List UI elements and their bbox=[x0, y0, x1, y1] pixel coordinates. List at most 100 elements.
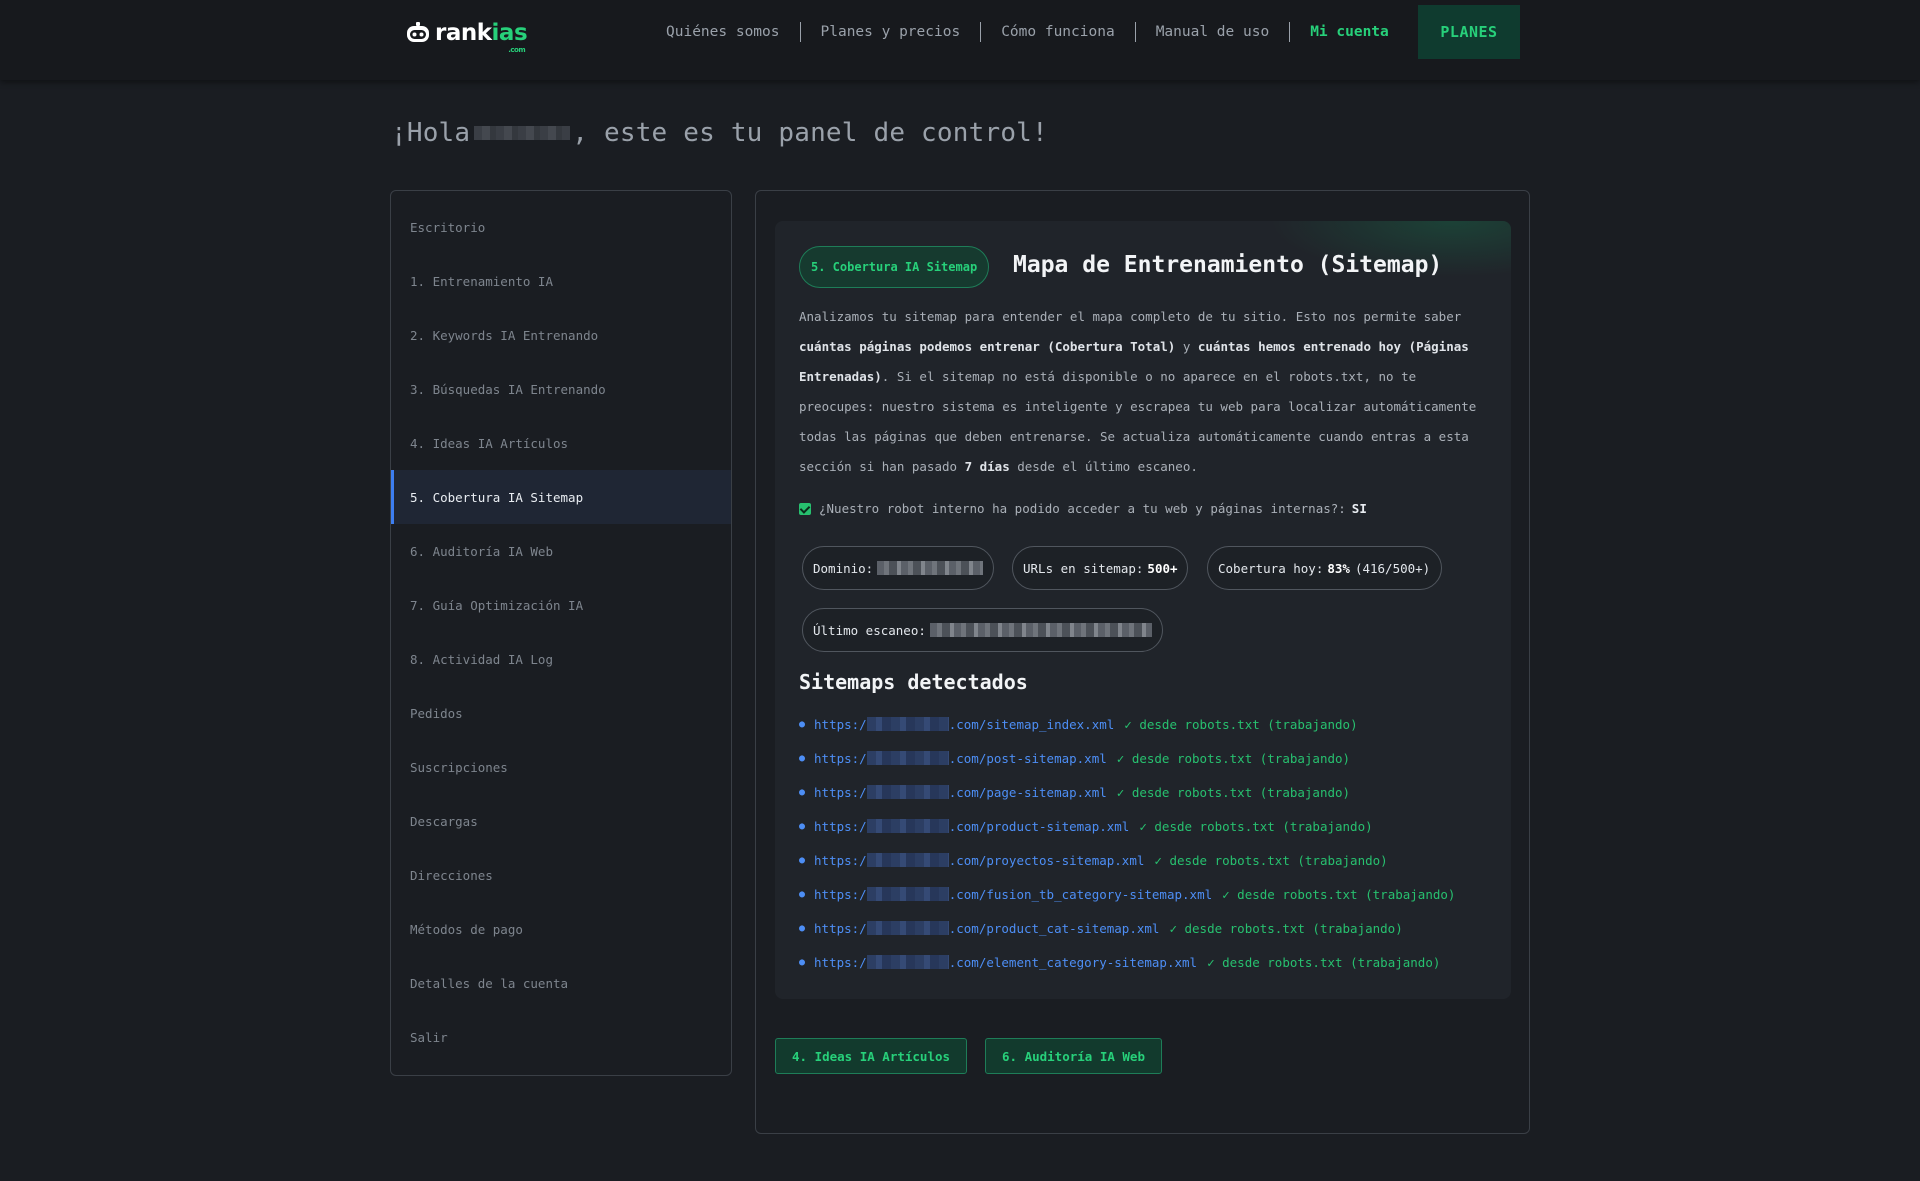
robot-logo-icon bbox=[407, 22, 429, 42]
sitemap-link[interactable]: https:/ .com/fusion_tb_category-sitemap.x… bbox=[814, 887, 1212, 902]
sidebar-item-5[interactable]: 5. Cobertura IA Sitemap bbox=[391, 470, 731, 524]
sitemap-link[interactable]: https:/ .com/element_category-sitemap.xml bbox=[814, 955, 1197, 970]
section-tag: 5. Cobertura IA Sitemap bbox=[799, 246, 990, 288]
sidebar-item-13[interactable]: Métodos de pago bbox=[391, 902, 731, 956]
next-section-button[interactable]: 6. Auditoría IA Web bbox=[985, 1038, 1162, 1074]
coverage-detail: (416/500+) bbox=[1354, 560, 1431, 576]
desc-text-1: Analizamos tu sitemap para entender el m… bbox=[799, 309, 1462, 324]
redacted-username bbox=[474, 126, 571, 140]
logo-text-ias: ias bbox=[491, 20, 528, 46]
sitemap-source-note: ✓ desde robots.txt (trabajando) bbox=[1139, 818, 1373, 834]
sitemap-link[interactable]: https:/ .com/product-sitemap.xml bbox=[814, 819, 1129, 834]
rankias-logo[interactable]: rankias .com bbox=[405, 18, 528, 54]
sidebar-item-4[interactable]: 4. Ideas IA Artículos bbox=[391, 416, 731, 470]
sitemap-item: ● https:/ .com/proyectos-sitemap.xml ✓ desd… bbox=[799, 843, 1455, 877]
sidebar-item-12[interactable]: Direcciones bbox=[391, 848, 731, 902]
sitemap-url-path: .com/sitemap_index.xml bbox=[948, 716, 1115, 732]
sitemap-url-prefix: https:/ bbox=[814, 920, 867, 936]
sidebar-item-10[interactable]: Suscripciones bbox=[391, 740, 731, 794]
sitemap-url-path: .com/fusion_tb_category-sitemap.xml bbox=[948, 886, 1213, 902]
sidebar-item-6[interactable]: 6. Auditoría IA Web bbox=[391, 524, 731, 578]
sitemap-item: ● https:/ .com/post-sitemap.xml ✓ desde rob… bbox=[799, 741, 1455, 775]
sitemap-source-note: ✓ desde robots.txt (trabajando) bbox=[1154, 852, 1388, 868]
last-scan-chip: Último escaneo: bbox=[802, 608, 1163, 652]
sitemap-link[interactable]: https:/ .com/post-sitemap.xml bbox=[814, 751, 1107, 766]
robot-access-question: ¿Nuestro robot interno ha podido acceder… bbox=[819, 501, 1346, 516]
desc-bold-1: cuántas páginas podemos entrenar (Cobert… bbox=[799, 339, 1176, 354]
urls-value: 500+ bbox=[1147, 560, 1178, 576]
sitemap-url-path: .com/proyectos-sitemap.xml bbox=[948, 852, 1145, 868]
planes-button[interactable]: PLANES bbox=[1418, 5, 1520, 59]
sidebar-item-11[interactable]: Descargas bbox=[391, 794, 731, 848]
sitemap-item: ● https:/ .com/element_category-sitemap.xm… bbox=[799, 945, 1455, 979]
bullet-icon: ● bbox=[799, 888, 806, 900]
redacted-host bbox=[866, 785, 949, 799]
redacted-host bbox=[866, 751, 949, 765]
robot-access-status: ¿Nuestro robot interno ha podido acceder… bbox=[799, 501, 1367, 516]
checked-checkbox-icon bbox=[799, 502, 811, 515]
card-title: Mapa de Entrenamiento (Sitemap) bbox=[1013, 252, 1443, 278]
sidebar-item-1[interactable]: 1. Entrenamiento IA bbox=[391, 254, 731, 308]
prev-section-button[interactable]: 4. Ideas IA Artículos bbox=[775, 1038, 968, 1074]
sidebar-item-9[interactable]: Pedidos bbox=[391, 686, 731, 740]
nav-mi-cuenta[interactable]: Mi cuenta bbox=[1290, 22, 1409, 42]
sidebar-item-8[interactable]: 8. Actividad IA Log bbox=[391, 632, 731, 686]
bullet-icon: ● bbox=[799, 786, 806, 798]
nav-manual-uso[interactable]: Manual de uso bbox=[1136, 22, 1291, 42]
bullet-icon: ● bbox=[799, 718, 806, 730]
sitemap-source-note: ✓ desde robots.txt (trabajando) bbox=[1222, 886, 1456, 902]
sitemap-link[interactable]: https:/ .com/proyectos-sitemap.xml bbox=[814, 853, 1144, 868]
sitemap-source-note: ✓ desde robots.txt (trabajando) bbox=[1116, 750, 1351, 766]
nav-como-funciona[interactable]: Cómo funciona bbox=[981, 22, 1136, 42]
sitemap-item: ● https:/ .com/sitemap_index.xml ✓ desde ro… bbox=[799, 707, 1455, 741]
sitemap-url-prefix: https:/ bbox=[814, 750, 867, 766]
greeting-suffix: , este es tu panel de control! bbox=[572, 118, 1048, 148]
sitemap-url-path: .com/product_cat-sitemap.xml bbox=[948, 920, 1160, 936]
sitemap-url-prefix: https:/ bbox=[814, 954, 867, 970]
sitemap-source-note: ✓ desde robots.txt (trabajando) bbox=[1116, 784, 1351, 800]
sitemap-item: ● https:/ .com/product_cat-sitemap.xml ✓ de… bbox=[799, 911, 1455, 945]
nav-planes-precios[interactable]: Planes y precios bbox=[801, 22, 982, 42]
logo-text-rank: rank bbox=[435, 20, 492, 46]
sitemap-url-prefix: https:/ bbox=[814, 784, 867, 800]
domain-label: Dominio: bbox=[813, 560, 874, 576]
bullet-icon: ● bbox=[799, 752, 806, 764]
sidebar-item-15[interactable]: Salir bbox=[391, 1010, 731, 1064]
redacted-host bbox=[866, 955, 949, 969]
nav-quienes-somos[interactable]: Quiénes somos bbox=[646, 22, 801, 42]
coverage-chip: Cobertura hoy: 83% (416/500+) bbox=[1207, 546, 1442, 590]
bullet-icon: ● bbox=[799, 854, 806, 866]
sitemap-source-note: ✓ desde robots.txt (trabajando) bbox=[1207, 954, 1441, 970]
sitemap-link[interactable]: https:/ .com/product_cat-sitemap.xml bbox=[814, 921, 1159, 936]
redacted-host bbox=[866, 819, 949, 833]
top-navbar: rankias .com Quiénes somos Planes y prec… bbox=[0, 0, 1920, 80]
greeting-prefix: ¡Hola bbox=[391, 118, 471, 148]
desc-bold-3: 7 días bbox=[964, 459, 1010, 474]
sidebar-item-0[interactable]: Escritorio bbox=[391, 200, 731, 254]
sitemap-url-path: .com/page-sitemap.xml bbox=[948, 784, 1107, 800]
logo-wordmark: rankias .com bbox=[435, 20, 528, 54]
sitemap-url-prefix: https:/ bbox=[814, 818, 867, 834]
account-sidebar: Escritorio 1. Entrenamiento IA 2. Keywords… bbox=[390, 190, 732, 1076]
sitemap-link[interactable]: https:/ .com/page-sitemap.xml bbox=[814, 785, 1107, 800]
bullet-icon: ● bbox=[799, 922, 806, 934]
sidebar-item-3[interactable]: 3. Búsquedas IA Entrenando bbox=[391, 362, 731, 416]
sitemap-list: ● https:/ .com/sitemap_index.xml ✓ desde ro… bbox=[799, 707, 1455, 979]
sitemap-url-path: .com/product-sitemap.xml bbox=[948, 818, 1130, 834]
redacted-host bbox=[866, 717, 949, 731]
sidebar-item-7[interactable]: 7. Guía Optimización IA bbox=[391, 578, 731, 632]
sidebar-item-14[interactable]: Detalles de la cuenta bbox=[391, 956, 731, 1010]
card-description: Analizamos tu sitemap para entender el m… bbox=[799, 302, 1489, 482]
sitemap-item: ● https:/ .com/page-sitemap.xml ✓ desde rob… bbox=[799, 775, 1455, 809]
redacted-domain bbox=[877, 561, 983, 575]
sitemap-source-note: ✓ desde robots.txt (trabajando) bbox=[1124, 716, 1358, 732]
redacted-host bbox=[866, 887, 949, 901]
desc-text-4: desde el último escaneo. bbox=[1009, 459, 1198, 474]
desc-text-2: y bbox=[1175, 339, 1198, 354]
sitemap-link[interactable]: https:/ .com/sitemap_index.xml bbox=[814, 717, 1114, 732]
bullet-icon: ● bbox=[799, 820, 806, 832]
last-scan-label: Último escaneo: bbox=[813, 622, 926, 638]
sitemap-url-prefix: https:/ bbox=[814, 886, 867, 902]
sidebar-item-2[interactable]: 2. Keywords IA Entrenando bbox=[391, 308, 731, 362]
redacted-host bbox=[866, 921, 949, 935]
